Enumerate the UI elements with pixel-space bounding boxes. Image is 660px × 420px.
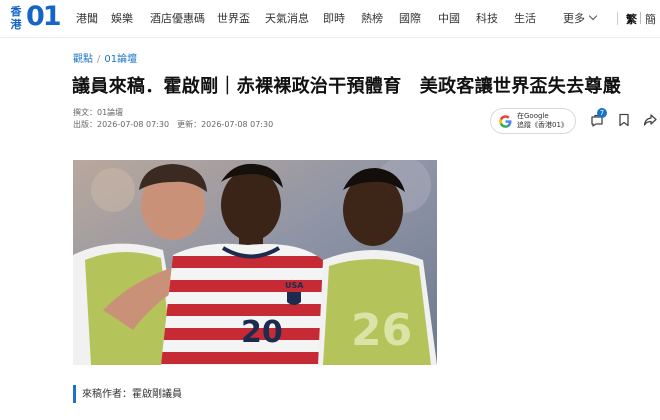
article-title: 議員來稿．霍啟剛｜赤裸裸政治干預體育 美政客讓世界盃失去尊嚴: [72, 76, 621, 97]
nav-more-dropdown[interactable]: 更多: [563, 11, 598, 26]
google-follow-line1: 在Google: [517, 112, 549, 120]
bookmark-icon[interactable]: [616, 112, 632, 128]
lang-traditional-toggle[interactable]: 繁: [626, 11, 637, 27]
published-time: 出版：2026-07-08 07:30: [73, 120, 170, 129]
updated-time: 更新：2026-07-08 07:30: [177, 120, 274, 129]
hero-photo-illustration: 20 USA 26: [73, 160, 437, 365]
google-follow-text: 在Google 追蹤《香港01》: [517, 112, 568, 130]
date-row: 出版：2026-07-08 07:30 更新：2026-07-08 07:30: [73, 119, 281, 131]
nav-more-label: 更多: [563, 12, 585, 25]
jersey-number: 20: [241, 315, 283, 350]
comment-count-badge: 7: [597, 108, 607, 118]
byline-accent-bar: [73, 385, 76, 403]
article-meta: 撰文：01論壇 出版：2026-07-08 07:30 更新：2026-07-08…: [73, 107, 281, 131]
nav-item-international[interactable]: 國際: [399, 11, 421, 26]
site-logo[interactable]: 香港 01: [9, 1, 62, 34]
google-icon: [499, 115, 512, 128]
nav-item-hotel-deals[interactable]: 酒店優惠碼: [150, 11, 205, 26]
nav-item-local-news[interactable]: 港聞: [76, 11, 98, 26]
nav-item-china[interactable]: 中國: [438, 11, 460, 26]
nav-item-life[interactable]: 生活: [514, 11, 536, 26]
top-navigation: 香港 01 港聞 娛樂 酒店優惠碼 世界盃 天氣消息 即時 熱榜 國際 中國 科…: [0, 0, 660, 38]
nav-divider: [617, 12, 618, 25]
chevron-down-icon: [588, 11, 598, 21]
nav-item-tech[interactable]: 科技: [476, 11, 498, 26]
google-follow-button[interactable]: 在Google 追蹤《香港01》: [490, 108, 576, 134]
lang-simplified-toggle[interactable]: 簡: [645, 11, 656, 27]
nav-item-weather[interactable]: 天氣消息: [265, 11, 309, 26]
author-label: 撰文：01論壇: [73, 108, 124, 117]
nav-menu: 港聞 娛樂 酒店優惠碼 世界盃 天氣消息 即時 熱榜 國際 中國 科技 生活: [76, 0, 556, 38]
hero-image: 20 USA 26: [73, 160, 437, 365]
breadcrumb-separator: /: [97, 54, 101, 65]
breadcrumb-subsection[interactable]: 01論壇: [104, 54, 137, 65]
author-row: 撰文：01論壇: [73, 107, 281, 119]
nav-item-trending[interactable]: 熱榜: [361, 11, 383, 26]
nav-item-world-cup[interactable]: 世界盃: [217, 11, 250, 26]
article-byline: 來稿作者：霍啟剛議員: [82, 389, 182, 400]
share-icon[interactable]: [642, 112, 658, 128]
google-follow-line2: 追蹤《香港01》: [517, 121, 568, 129]
lang-divider: [640, 12, 641, 24]
logo-number-text: 01: [26, 1, 62, 32]
logo-chinese-text: 香港: [10, 5, 22, 31]
nav-item-instant[interactable]: 即時: [323, 11, 345, 26]
breadcrumb: 觀點 /01論壇: [73, 53, 137, 67]
breadcrumb-section[interactable]: 觀點: [73, 54, 93, 65]
nav-item-entertainment[interactable]: 娛樂: [111, 11, 133, 26]
jersey-crest-text: USA: [285, 281, 304, 290]
trophy-mark: 26: [351, 305, 412, 356]
